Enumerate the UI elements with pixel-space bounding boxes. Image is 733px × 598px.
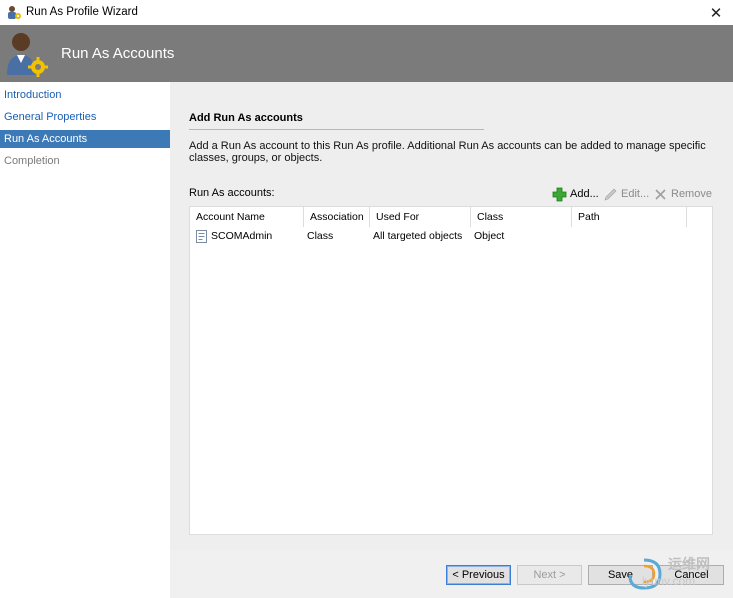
user-gear-icon [7,33,48,77]
previous-button[interactable]: < Previous [446,565,511,585]
remove-label: Remove [671,188,712,200]
add-button[interactable]: Add... [552,186,599,202]
cell-class: Object [474,230,505,242]
table-header: Account Name Association Used For Class … [190,207,712,227]
next-button: Next > [517,565,582,585]
watermark-text: 运维网 [668,556,710,572]
section-description: Add a Run As account to this Run As prof… [189,140,706,164]
nav-step-run-as-accounts[interactable]: Run As Accounts [0,130,170,148]
plus-icon [552,187,567,201]
nav-step-general-properties[interactable]: General Properties [0,108,170,126]
cell-association: Class [307,230,334,242]
wizard-content: Add Run As accounts Add a Run As account… [170,82,733,550]
page-title: Run As Accounts [61,45,175,62]
account-icon [196,229,207,243]
column-header-used-for[interactable]: Used For [370,207,471,227]
section-title: Add Run As accounts [189,112,303,124]
close-icon[interactable]: ✕ [699,0,733,25]
edit-button: Edit... [603,186,649,202]
wizard-banner: Run As Accounts [0,25,733,82]
window-title: Run As Profile Wizard [26,6,138,18]
run-as-accounts-label: Run As accounts: [189,187,275,199]
account-name-text: SCOMAdmin [211,230,273,242]
nav-step-completion: Completion [4,155,60,167]
watermark-domain: iyunv.com [642,574,696,588]
nav-step-introduction[interactable]: Introduction [0,86,170,104]
watermark: 运维网 iyunv.com [620,552,728,596]
column-header-association[interactable]: Association [304,207,370,227]
run-as-profile-icon [8,6,21,19]
column-header-account-name[interactable]: Account Name [190,207,304,227]
run-as-accounts-table[interactable]: Account Name Association Used For Class … [189,206,713,535]
column-header-path[interactable]: Path [572,207,687,227]
window-titlebar: Run As Profile Wizard ✕ [0,0,733,25]
cell-used-for: All targeted objects [373,230,463,242]
wizard-steps-nav: Introduction General Properties Run As A… [0,82,170,598]
cell-account-name: SCOMAdmin [196,227,301,245]
remove-button: Remove [653,186,712,202]
section-divider [189,129,484,130]
add-label: Add... [570,188,599,200]
table-row[interactable]: SCOMAdmin Class All targeted objects Obj… [190,227,712,245]
edit-label: Edit... [621,188,650,200]
cell-path [575,227,685,245]
remove-x-icon [655,188,666,200]
pencil-icon [604,188,617,200]
column-header-class[interactable]: Class [471,207,572,227]
